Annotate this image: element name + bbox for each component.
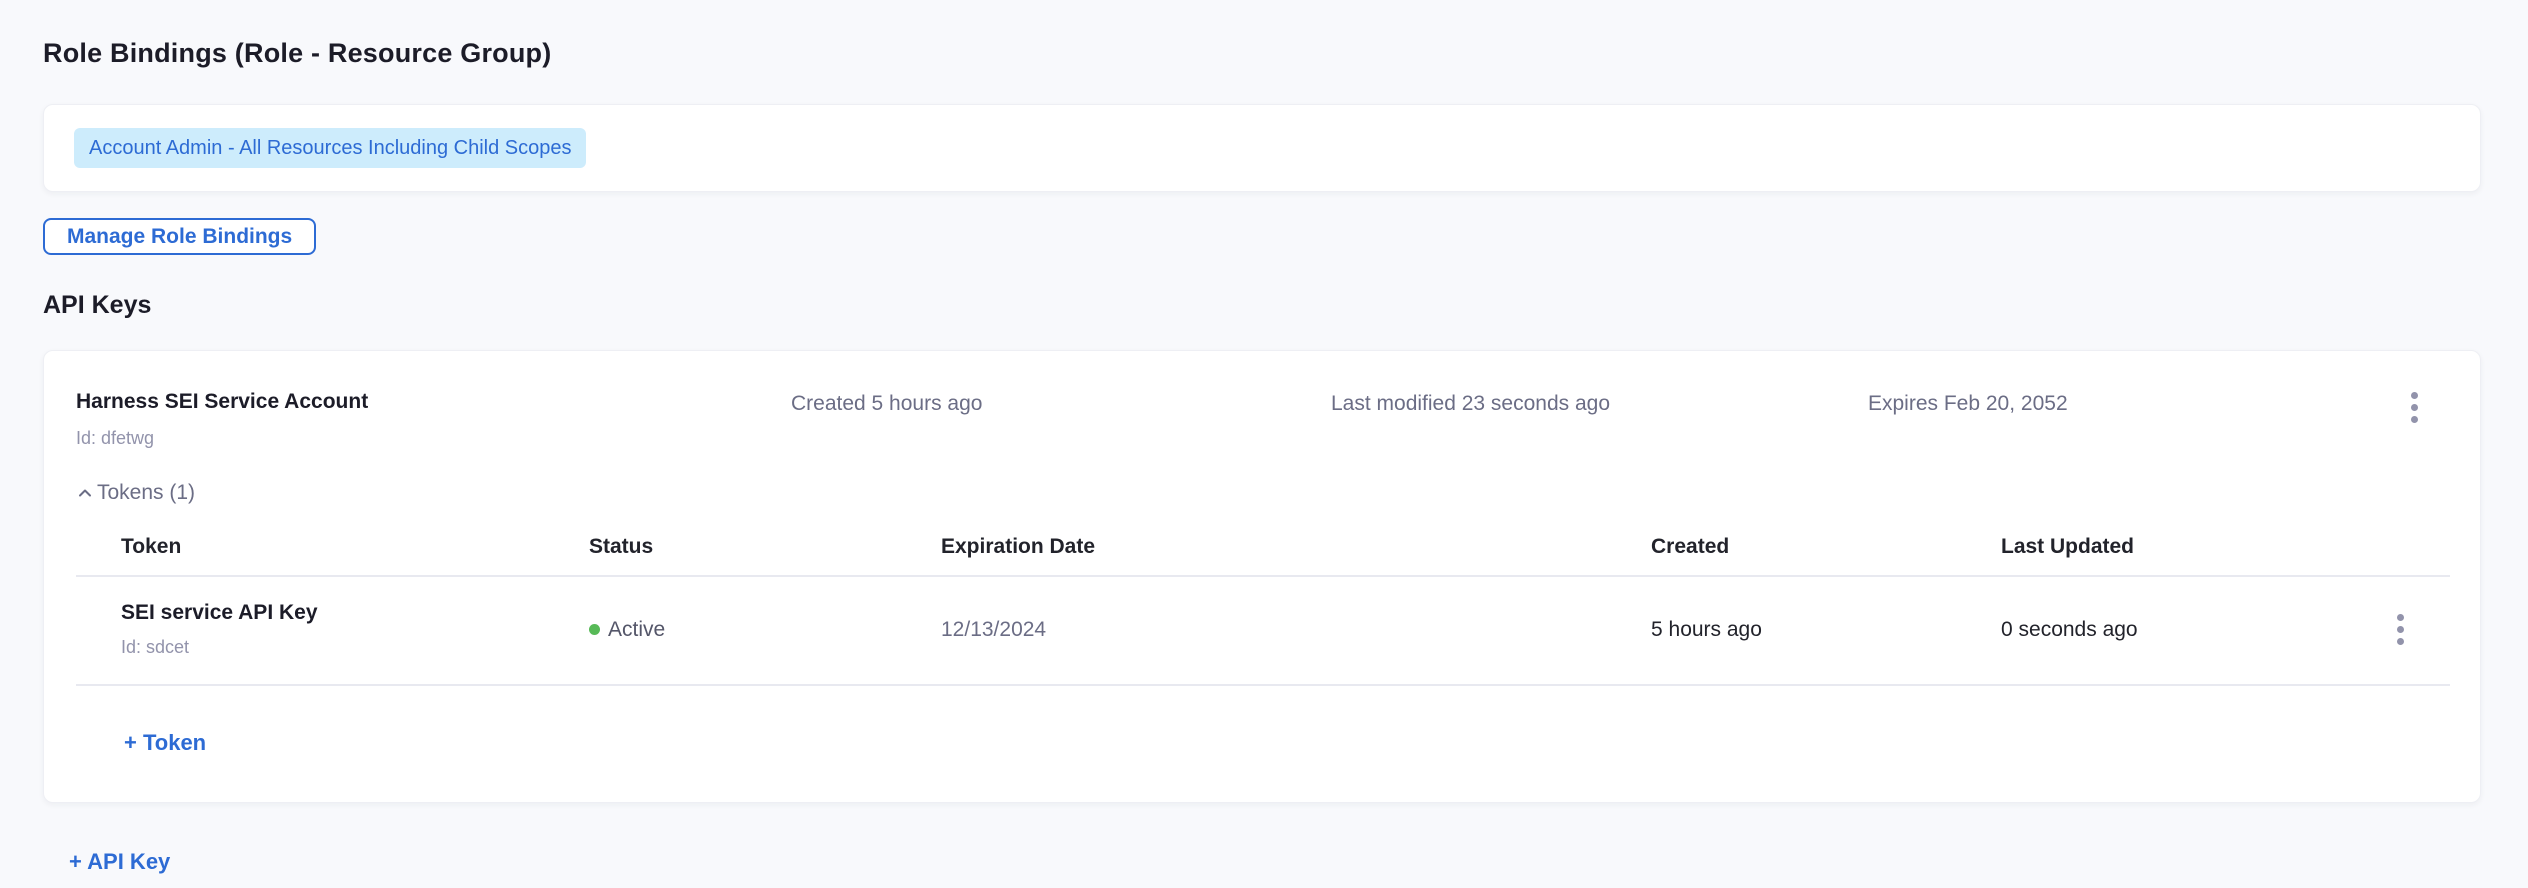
token-status-cell: Active [589,618,941,642]
add-api-key-link[interactable]: + API Key [69,849,170,875]
api-key-created-label: Created 5 hours ago [791,390,1331,416]
token-name: SEI service API Key [121,601,589,625]
status-dot-icon [589,624,600,635]
tokens-toggle-label: Tokens (1) [97,481,195,505]
api-key-last-modified-label: Last modified 23 seconds ago [1331,390,1868,416]
column-header-created: Created [1651,535,2001,559]
service-account-detail-page: Role Bindings (Role - Resource Group) Ac… [0,0,2528,888]
api-keys-heading: API Keys [43,291,2481,320]
service-account-id: Id: dfetwg [76,428,791,449]
add-token-link[interactable]: + Token [124,730,206,756]
token-status-label: Active [608,618,665,642]
column-header-status: Status [589,535,941,559]
api-key-card: Harness SEI Service Account Id: dfetwg C… [43,350,2481,803]
tokens-collapse-toggle[interactable]: Tokens (1) [76,481,195,505]
token-id: Id: sdcet [121,637,589,658]
role-binding-chip: Account Admin - All Resources Including … [74,128,586,168]
api-key-header-row: Harness SEI Service Account Id: dfetwg C… [76,390,2450,449]
kebab-menu-icon[interactable] [2388,612,2412,647]
tokens-table-header: Token Status Expiration Date Created Las… [76,521,2450,577]
manage-role-bindings-button[interactable]: Manage Role Bindings [43,218,316,255]
token-name-cell: SEI service API Key Id: sdcet [121,601,589,658]
token-table-row: SEI service API Key Id: sdcet Active 12/… [76,577,2450,686]
column-header-last-updated: Last Updated [2001,535,2381,559]
tokens-table: Token Status Expiration Date Created Las… [76,521,2450,686]
kebab-menu-icon[interactable] [2402,390,2426,425]
column-header-token: Token [121,535,589,559]
token-last-updated: 0 seconds ago [2001,618,2381,642]
chevron-up-icon [76,484,94,502]
service-account-name: Harness SEI Service Account [76,390,791,414]
page-title: Role Bindings (Role - Resource Group) [43,38,2481,69]
service-account-name-block: Harness SEI Service Account Id: dfetwg [76,390,791,449]
token-created: 5 hours ago [1651,618,2001,642]
role-bindings-card: Account Admin - All Resources Including … [43,104,2481,192]
api-key-expires-label: Expires Feb 20, 2052 [1868,390,2402,416]
column-header-expiration-date: Expiration Date [941,535,1651,559]
token-expiration-date: 12/13/2024 [941,618,1651,642]
